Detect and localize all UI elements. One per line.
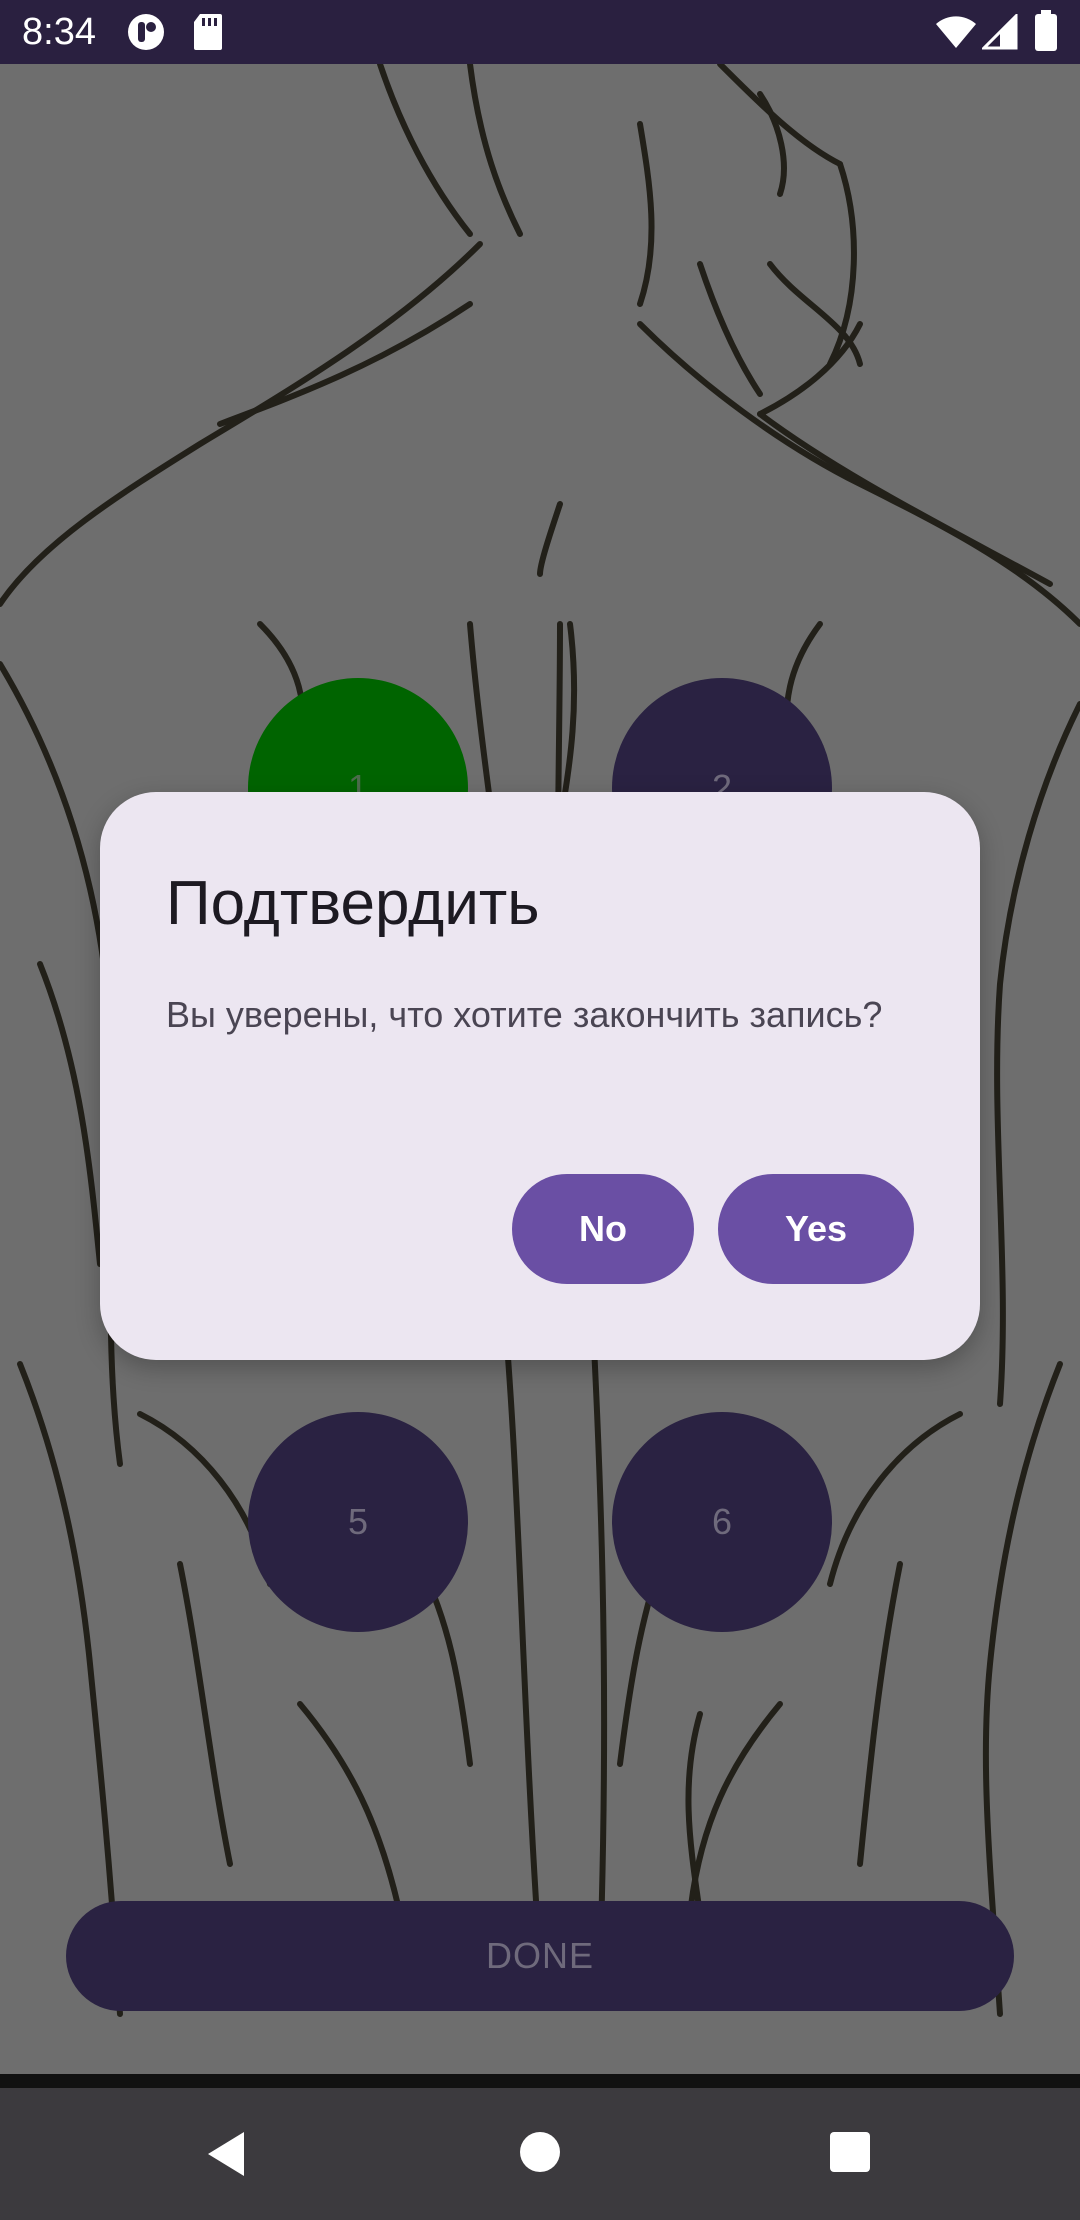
app-notification-icon [126,12,166,57]
no-button[interactable]: No [512,1174,694,1284]
point-button-5[interactable]: 5 [248,1412,468,1632]
yes-button[interactable]: Yes [718,1174,914,1284]
navigation-bar [0,2074,1080,2220]
screen: 8:34 1 2 5 6 DONE Подтвердить Вы уверены… [0,0,1080,2220]
signal-icon [980,12,1018,55]
dialog-title: Подтвердить [166,869,540,938]
back-icon[interactable] [204,2130,248,2183]
status-time: 8:34 [22,11,96,53]
battery-icon [1034,10,1058,57]
done-button[interactable]: DONE [66,1901,1014,2011]
dialog-message: Вы уверены, что хотите закончить запись? [166,994,883,1035]
wifi-icon [934,14,978,55]
status-bar: 8:34 [0,0,1080,64]
sd-card-icon [192,12,224,57]
confirm-dialog: Подтвердить Вы уверены, что хотите закон… [100,792,980,1360]
home-icon[interactable] [518,2130,562,2179]
point-button-6[interactable]: 6 [612,1412,832,1632]
recents-icon[interactable] [828,2130,872,2179]
